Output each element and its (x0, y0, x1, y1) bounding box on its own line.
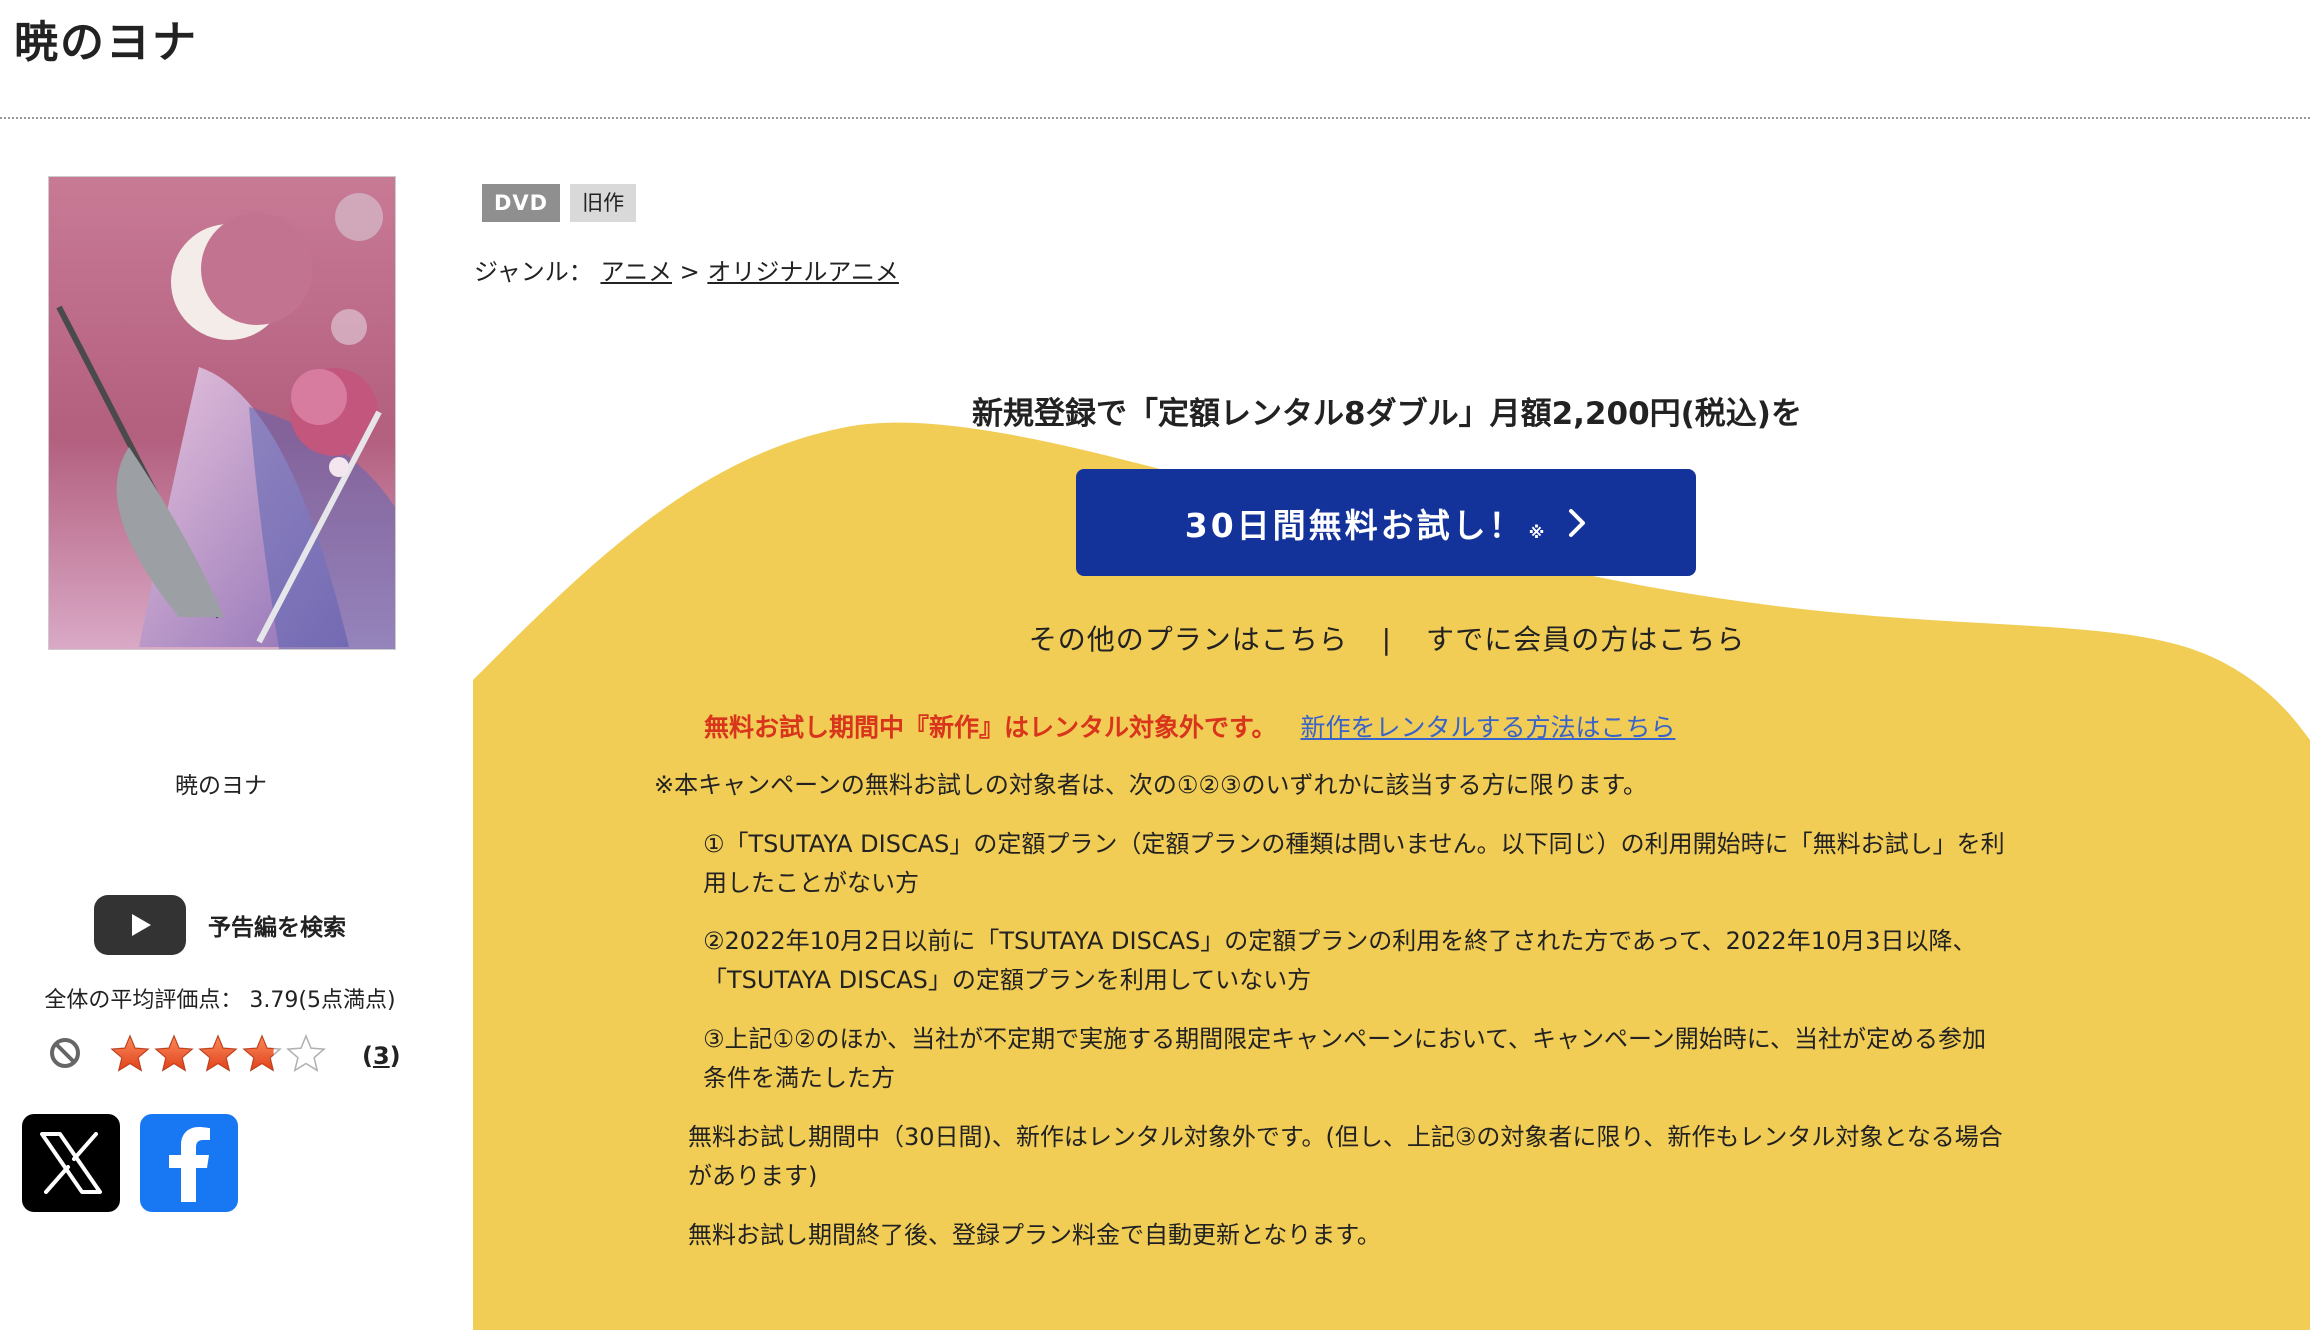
badge-group: DVD 旧作 (482, 184, 637, 222)
member-login-link[interactable]: すでに会員の方はこちら (1426, 623, 1745, 656)
trial-note-1: 無料お試し期間中（30日間)、新作はレンタル対象外です。(但し、上記③の対象者に… (688, 1123, 2003, 1190)
star-filled (110, 1034, 150, 1072)
dvd-badge: DVD (482, 184, 561, 222)
other-plans-link[interactable]: その他のプランはこちら (1029, 623, 1348, 656)
free-trial-label: 30日間無料お試し！ (1184, 505, 1525, 545)
free-trial-note-mark: ※ (1528, 523, 1548, 542)
average-rating: 全体の平均評価点： 3.79(5点満点) (0, 982, 440, 1014)
facebook-logo-icon (169, 1127, 210, 1202)
cover-image[interactable] (48, 176, 396, 650)
condition-1: ①「TSUTAYA DISCAS」の定額プラン（定額プランの種類は問いません。以… (703, 830, 2005, 897)
condition-3: ③上記①②のほか、当社が不定期で実施する期間限定キャンペーンにおいて、キャンペー… (703, 1025, 1987, 1092)
average-rating-value: 3.79(5点満点) (249, 988, 396, 1013)
trial-note-2: 無料お試し期間終了後、登録プラン料金で自動更新となります。 (688, 1221, 1381, 1249)
condition-2: ②2022年10月2日以前に「TSUTAYA DISCAS」の定額プランの利用を… (703, 927, 1977, 994)
cover-illustration (49, 177, 395, 649)
genre-link-original-anime[interactable]: オリジナルアニメ (707, 258, 899, 286)
review-count[interactable]: (3) (362, 1042, 401, 1070)
no-entry-icon[interactable] (48, 1036, 82, 1070)
eligibility-note: ※本キャンペーンの無料お試しの対象者は、次の①②③のいずれかに該当する方に限りま… (654, 771, 1648, 799)
rating-row: (3) (48, 1032, 408, 1082)
genre-separator: > (679, 258, 700, 286)
plan-links: その他のプランはこちら | すでに会員の方はこちら (473, 618, 2301, 658)
plan-links-separator: | (1381, 623, 1393, 656)
review-count-link[interactable]: 3 (373, 1042, 390, 1070)
page-title: 暁のヨナ (14, 17, 198, 68)
old-release-badge: 旧作 (570, 184, 637, 222)
star-rating[interactable] (110, 1032, 330, 1078)
genre-breadcrumb: ジャンル： アニメ > オリジナルアニメ (474, 252, 899, 287)
new-release-warning: 無料お試し期間中『新作』はレンタル対象外です。 新作をレンタルする方法はこちら (704, 708, 1675, 744)
play-icon (94, 895, 186, 955)
cover-title: 暁のヨナ (175, 773, 267, 799)
genre-link-anime[interactable]: アニメ (600, 258, 672, 286)
x-logo-icon (40, 1132, 102, 1194)
promo-lead: 新規登録で「定額レンタル8ダブル」月額2,200円(税込)を (972, 396, 1802, 432)
star-empty (286, 1034, 326, 1072)
share-facebook-button[interactable] (140, 1114, 238, 1212)
chevron-right-icon (1567, 508, 1587, 538)
header-divider (0, 117, 2310, 119)
trailer-search-label: 予告編を検索 (208, 915, 346, 941)
new-release-rental-link[interactable]: 新作をレンタルする方法はこちら (1300, 713, 1675, 742)
genre-label: ジャンル： (474, 258, 593, 286)
average-rating-label: 全体の平均評価点： (44, 988, 243, 1013)
star-filled (198, 1034, 238, 1072)
star-filled (154, 1034, 194, 1072)
trailer-search-button[interactable]: 予告編を検索 (94, 894, 346, 956)
free-trial-button[interactable]: 30日間無料お試し！ ※ (1076, 469, 1696, 576)
warning-text: 無料お試し期間中『新作』はレンタル対象外です。 (704, 713, 1277, 742)
share-x-button[interactable] (22, 1114, 120, 1212)
